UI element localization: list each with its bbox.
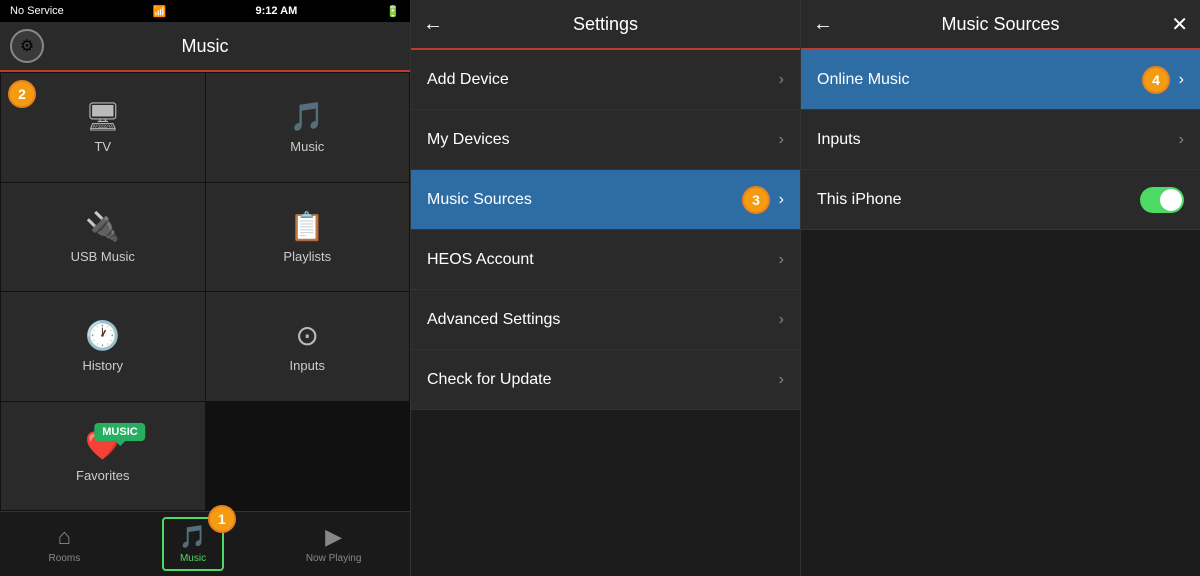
history-icon: 🕐 xyxy=(85,319,120,352)
clock: 9:12 AM xyxy=(256,5,298,17)
tab-rooms[interactable]: ⌂ Rooms xyxy=(34,519,96,569)
step-badge-4: 4 xyxy=(1142,66,1170,94)
tv-label: TV xyxy=(94,139,111,154)
sources-item-inputs[interactable]: Inputs › xyxy=(801,110,1200,170)
my-devices-chevron: › xyxy=(779,131,784,149)
sources-item-this-iphone[interactable]: This iPhone xyxy=(801,170,1200,230)
usb-icon: 🔌 xyxy=(85,210,120,243)
now-playing-icon: ▶ xyxy=(325,524,342,550)
online-music-label: Online Music xyxy=(817,71,909,89)
add-device-chevron: › xyxy=(779,71,784,89)
favorites-label: Favorites xyxy=(76,468,129,483)
music-header-title: Music xyxy=(181,36,228,57)
tab-now-playing[interactable]: ▶ Now Playing xyxy=(291,519,377,569)
settings-title: Settings xyxy=(573,14,638,35)
inputs-icon: ⊙ xyxy=(296,319,319,352)
battery-icon: 🔋 xyxy=(386,5,400,18)
step-badge-2: 2 xyxy=(8,80,36,108)
heos-account-label: HEOS Account xyxy=(427,251,534,269)
settings-item-advanced-settings[interactable]: Advanced Settings › xyxy=(411,290,800,350)
step-badge-3: 3 xyxy=(742,186,770,214)
settings-list: Add Device › My Devices › Music Sources … xyxy=(411,50,800,576)
sources-header: ← Music Sources ✕ xyxy=(801,0,1200,50)
tab-music[interactable]: 🎵 Music 1 xyxy=(162,517,223,571)
status-bar: No Service 📶 9:12 AM 🔋 xyxy=(0,0,410,22)
now-playing-label: Now Playing xyxy=(306,553,362,564)
playlists-label: Playlists xyxy=(283,249,331,264)
music-tooltip: MUSIC xyxy=(94,423,145,441)
settings-gear-button[interactable]: ⚙ xyxy=(10,29,44,63)
add-device-label: Add Device xyxy=(427,71,509,89)
sources-list: Online Music › 4 Inputs › This iPhone xyxy=(801,50,1200,576)
check-update-label: Check for Update xyxy=(427,371,552,389)
settings-item-heos-account[interactable]: HEOS Account › xyxy=(411,230,800,290)
tv-icon: 🖥 xyxy=(85,100,121,133)
sources-title: Music Sources xyxy=(941,14,1059,35)
playlists-icon: 📋 xyxy=(290,210,325,243)
advanced-settings-label: Advanced Settings xyxy=(427,311,560,329)
my-devices-label: My Devices xyxy=(427,131,510,149)
this-iphone-toggle[interactable] xyxy=(1140,187,1184,213)
inputs-source-label: Inputs xyxy=(817,131,861,149)
sources-back-button[interactable]: ← xyxy=(813,13,833,36)
music-header: ⚙ Music 2 xyxy=(0,22,410,72)
music-label: Music xyxy=(290,139,324,154)
sources-item-online-music[interactable]: Online Music › 4 xyxy=(801,50,1200,110)
this-iphone-label: This iPhone xyxy=(817,191,902,209)
music-icon: 🎵 xyxy=(290,100,325,133)
panel-music: No Service 📶 9:12 AM 🔋 ⚙ Music 2 🖥 TV 🎵 … xyxy=(0,0,410,576)
settings-item-check-update[interactable]: Check for Update › xyxy=(411,350,800,410)
music-tab-icon: 🎵 xyxy=(179,524,206,550)
step-badge-1: 1 xyxy=(208,505,236,533)
usb-label: USB Music xyxy=(71,249,135,264)
sources-close-button[interactable]: ✕ xyxy=(1171,12,1188,37)
grid-favorites[interactable]: ❤️ Favorites xyxy=(1,402,205,511)
rooms-icon: ⌂ xyxy=(58,524,71,550)
music-sources-chevron: › xyxy=(779,191,784,209)
inputs-chevron: › xyxy=(1179,131,1184,149)
grid-playlists[interactable]: 📋 Playlists xyxy=(206,183,410,292)
music-grid: 🖥 TV 🎵 Music 🔌 USB Music 📋 Playlists 🕐 H… xyxy=(0,72,410,511)
grid-history[interactable]: 🕐 History xyxy=(1,292,205,401)
check-update-chevron: › xyxy=(779,371,784,389)
grid-inputs[interactable]: ⊙ Inputs xyxy=(206,292,410,401)
grid-usb-music[interactable]: 🔌 USB Music xyxy=(1,183,205,292)
settings-back-button[interactable]: ← xyxy=(423,13,443,36)
settings-header: ← Settings xyxy=(411,0,800,50)
signal-text: No Service xyxy=(10,5,64,17)
music-sources-label: Music Sources xyxy=(427,191,532,209)
music-tab-label: Music xyxy=(180,553,206,564)
rooms-label: Rooms xyxy=(49,553,81,564)
wifi-icon: 📶 xyxy=(153,5,167,18)
bottom-tab-bar: ⌂ Rooms 🎵 Music 1 ▶ Now Playing xyxy=(0,511,410,576)
settings-item-my-devices[interactable]: My Devices › xyxy=(411,110,800,170)
panel-sources: ← Music Sources ✕ Online Music › 4 Input… xyxy=(800,0,1200,576)
advanced-settings-chevron: › xyxy=(779,311,784,329)
online-music-chevron: › xyxy=(1179,71,1184,89)
grid-music[interactable]: 🎵 Music xyxy=(206,73,410,182)
history-label: History xyxy=(83,358,123,373)
settings-item-music-sources[interactable]: Music Sources › 3 xyxy=(411,170,800,230)
panel-settings: ← Settings Add Device › My Devices › Mus… xyxy=(410,0,800,576)
gear-icon: ⚙ xyxy=(20,36,34,56)
inputs-label: Inputs xyxy=(290,358,325,373)
heos-account-chevron: › xyxy=(779,251,784,269)
settings-item-add-device[interactable]: Add Device › xyxy=(411,50,800,110)
